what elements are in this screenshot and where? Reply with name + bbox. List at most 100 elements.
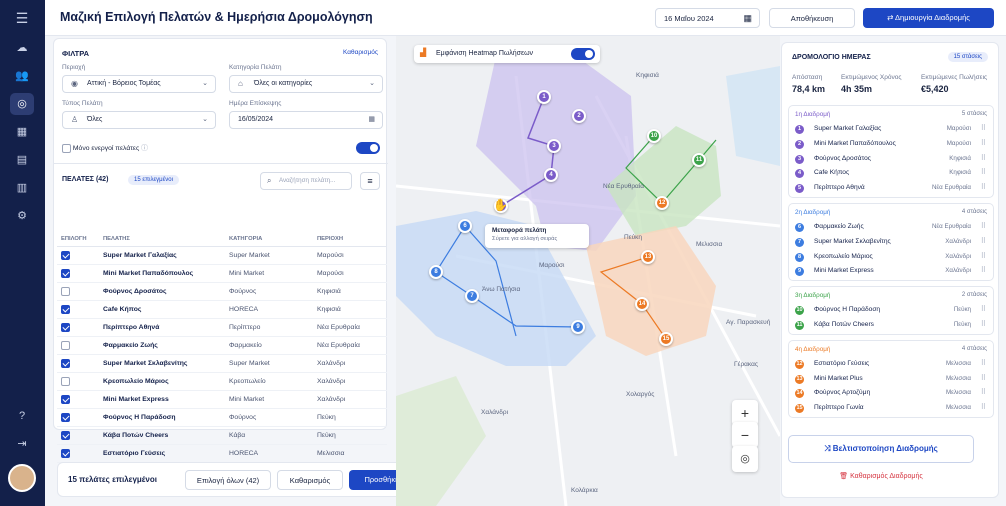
- area-select[interactable]: ◉ Αττική - Βόρειος Τομέας ⌄: [62, 75, 216, 93]
- table-row[interactable]: Mini Market Παπαδόπουλος Mini Market Μαρού…: [57, 264, 387, 283]
- row-checkbox[interactable]: [61, 304, 70, 314]
- save-button[interactable]: Αποθήκευση: [769, 8, 855, 28]
- table-row[interactable]: Εστιατόριο Γεύσεις HORECA Μελισσια: [57, 444, 387, 463]
- avatar[interactable]: [8, 464, 36, 492]
- drag-handle-icon[interactable]: ⠿: [981, 166, 986, 181]
- row-checkbox[interactable]: [61, 430, 70, 440]
- route-stop[interactable]: 12 Εστιατόριο Γεύσεις Μελισσια ⠿: [789, 357, 993, 372]
- calendar-icon[interactable]: ▦: [10, 121, 34, 143]
- route-stop[interactable]: 2 Mini Market Παπαδόπουλος Μαρούσι ⠿: [789, 137, 993, 152]
- route-stop[interactable]: 13 Mini Market Plus Μελισσια ⠿: [789, 372, 993, 387]
- help-icon[interactable]: ?: [10, 405, 34, 427]
- settings-icon[interactable]: ⚙: [10, 205, 34, 227]
- row-checkbox[interactable]: [61, 268, 70, 278]
- route-stop[interactable]: 5 Περίπτερο Αθηνά Νέα Ερυθραία ⠿: [789, 181, 993, 196]
- table-row[interactable]: Φούρνος Η Παράδοση Φούρνος Πεύκη: [57, 408, 387, 427]
- drag-handle-icon[interactable]: ⠿: [981, 357, 986, 372]
- logout-icon[interactable]: ⇥: [10, 433, 34, 455]
- table-row[interactable]: Φούρνος Δροσάτος Φούρνος Κηφισιά: [57, 282, 387, 301]
- map-stop-marker[interactable]: 15: [659, 332, 673, 346]
- map-stop-marker[interactable]: 7: [465, 289, 479, 303]
- clear-filters-link[interactable]: Καθαρισμός: [343, 49, 378, 56]
- heatmap-toggle[interactable]: [571, 48, 595, 60]
- drag-handle-icon[interactable]: ⠿: [981, 372, 986, 387]
- create-route-button[interactable]: ⇄ Δημιουργία Διαδρομής: [863, 8, 994, 28]
- map-view[interactable]: 1 2 3 4 5 6 7 8 9 10 11 12 13 14 15 ▟ Εμφάνιση Heatmap…: [396, 36, 780, 506]
- optimize-route-button[interactable]: ⤨ Βελτιστοποίηση Διαδρομής: [788, 435, 974, 463]
- drag-handle-icon[interactable]: ⠿: [981, 386, 986, 401]
- drag-handle-icon[interactable]: ⠿: [981, 152, 986, 167]
- map-stop-marker[interactable]: 1: [537, 90, 551, 104]
- route-stop[interactable]: 14 Φούρνος Αρτοζύμη Μελισσια ⠿: [789, 386, 993, 401]
- table-row[interactable]: Κρεοπωλείο Μάριος Κρεοπωλείο Χαλάνδρι: [57, 372, 387, 391]
- clear-route-button[interactable]: 🗑 Καθαρισμός Διαδρομής: [788, 472, 974, 480]
- category-select[interactable]: ⌂ Όλες οι κατηγορίες ⌄: [229, 75, 383, 93]
- filter-icon[interactable]: ≡: [360, 172, 380, 190]
- route-stop[interactable]: 15 Περίπτερο Γωνία Μελισσια ⠿: [789, 401, 993, 416]
- drag-handle-icon[interactable]: ⠿: [981, 303, 986, 318]
- drag-handle-icon[interactable]: ⠿: [981, 264, 986, 279]
- dashboard-icon[interactable]: ☁: [10, 37, 34, 59]
- row-checkbox[interactable]: [61, 322, 70, 332]
- map-stop-marker[interactable]: 9: [571, 320, 585, 334]
- date-picker[interactable]: 16 Μαΐου 2024 ▦: [655, 8, 760, 28]
- type-select[interactable]: ♙ Όλες ⌄: [62, 111, 216, 129]
- map-stop-marker[interactable]: 10: [647, 129, 661, 143]
- map-stop-marker[interactable]: 14: [635, 297, 649, 311]
- row-checkbox[interactable]: [61, 286, 70, 296]
- row-checkbox[interactable]: [61, 376, 70, 386]
- route-stop[interactable]: 9 Mini Market Express Χαλάνδρι ⠿: [789, 264, 993, 279]
- map-stop-marker[interactable]: 6: [458, 219, 472, 233]
- menu-icon[interactable]: ☰: [10, 7, 34, 29]
- route-header[interactable]: 3η Διαδρομή 2 στάσεις: [789, 287, 993, 303]
- row-checkbox[interactable]: [61, 340, 70, 350]
- map-stop-marker[interactable]: 2: [572, 109, 586, 123]
- select-all-button[interactable]: Επιλογή όλων (42): [185, 470, 271, 490]
- route-stop[interactable]: 7 Super Market Σκλαβενίτης Χαλάνδρι ⠿: [789, 235, 993, 250]
- map-stop-marker[interactable]: 13: [641, 250, 655, 264]
- reports-icon[interactable]: ▥: [10, 177, 34, 199]
- map-stop-marker[interactable]: 8: [429, 265, 443, 279]
- drag-handle-icon[interactable]: ⠿: [981, 318, 986, 333]
- drag-handle-icon[interactable]: ⠿: [981, 122, 986, 137]
- route-stop[interactable]: 1 Super Market Γαλαξίας Μαρούσι ⠿: [789, 122, 993, 137]
- table-row[interactable]: Φαρμακείο Ζωής Φαρμακείο Νέα Ερυθραία: [57, 336, 387, 355]
- clear-selection-button[interactable]: Καθαρισμός: [277, 470, 343, 490]
- row-checkbox[interactable]: [61, 448, 70, 458]
- drag-handle-icon[interactable]: ⠿: [981, 220, 986, 235]
- map-stop-marker[interactable]: 12: [655, 196, 669, 210]
- route-header[interactable]: 2η Διαδρομή 4 στάσεις: [789, 204, 993, 220]
- active-only-checkbox[interactable]: [62, 143, 71, 153]
- map-stop-marker[interactable]: 4: [544, 168, 558, 182]
- clipboard-icon[interactable]: ▤: [10, 149, 34, 171]
- visit-date-input[interactable]: 16/05/2024 ▦: [229, 111, 383, 129]
- customers-icon[interactable]: 👥: [10, 65, 34, 87]
- zoom-out-button[interactable]: −: [732, 422, 758, 448]
- table-row[interactable]: Περίπτερο Αθηνά Περίπτερο Νέα Ερυθραία: [57, 318, 387, 337]
- drag-handle-icon[interactable]: ⠿: [981, 181, 986, 196]
- drag-handle-icon[interactable]: ⠿: [981, 250, 986, 265]
- route-stop[interactable]: 11 Κάβα Ποτών Cheers Πεύκη ⠿: [789, 318, 993, 333]
- row-checkbox[interactable]: [61, 358, 70, 368]
- route-header[interactable]: 1η Διαδρομή 5 στάσεις: [789, 106, 993, 122]
- table-row[interactable]: Super Market Σκλαβενίτης Super Market Χαλά…: [57, 354, 387, 373]
- map-stop-marker[interactable]: 3: [547, 139, 561, 153]
- drag-handle-icon[interactable]: ⠿: [981, 137, 986, 152]
- drag-handle-icon[interactable]: ⠿: [981, 235, 986, 250]
- map-stop-marker[interactable]: 11: [692, 153, 706, 167]
- route-header[interactable]: 4η Διαδρομή 4 στάσεις: [789, 341, 993, 357]
- row-checkbox[interactable]: [61, 412, 70, 422]
- table-row[interactable]: Κάβα Ποτών Cheers Κάβα Πεύκη: [57, 426, 387, 445]
- table-row[interactable]: Cafe Κήπος HORECA Κηφισιά: [57, 300, 387, 319]
- table-row[interactable]: Mini Market Express Mini Market Χαλάνδρι: [57, 390, 387, 409]
- active-only-toggle[interactable]: [356, 142, 380, 154]
- table-row[interactable]: Super Market Γαλαξίας Super Market Μαρούσι: [57, 246, 387, 265]
- route-stop[interactable]: 4 Cafe Κήπος Κηφισιά ⠿: [789, 166, 993, 181]
- route-stop[interactable]: 10 Φούρνος Η Παράδοση Πεύκη ⠿: [789, 303, 993, 318]
- customer-search-input[interactable]: ⌕ Αναζήτηση πελάτη...: [260, 172, 352, 190]
- locate-button[interactable]: ◎: [732, 446, 758, 472]
- route-stop[interactable]: 3 Φούρνος Δροσάτος Κηφισιά ⠿: [789, 152, 993, 167]
- map-icon[interactable]: ◎: [10, 93, 34, 115]
- drag-handle-icon[interactable]: ⠿: [981, 401, 986, 416]
- row-checkbox[interactable]: [61, 250, 70, 260]
